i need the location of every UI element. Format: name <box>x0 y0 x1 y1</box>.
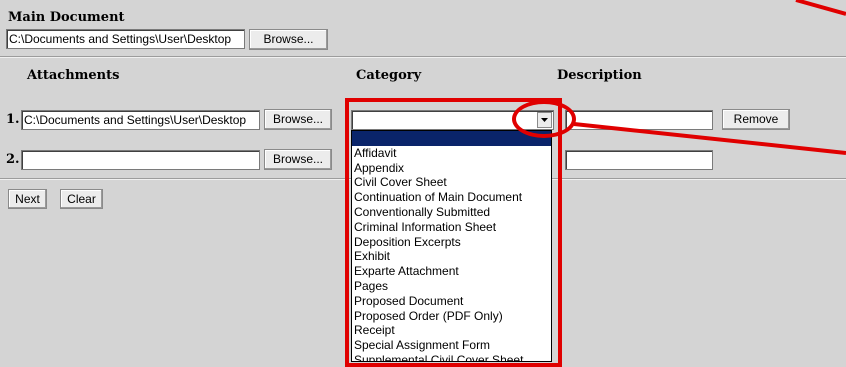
annotation-line-top <box>795 0 846 16</box>
annotation-arrows <box>573 0 846 155</box>
annotation-line-middle <box>573 122 846 155</box>
